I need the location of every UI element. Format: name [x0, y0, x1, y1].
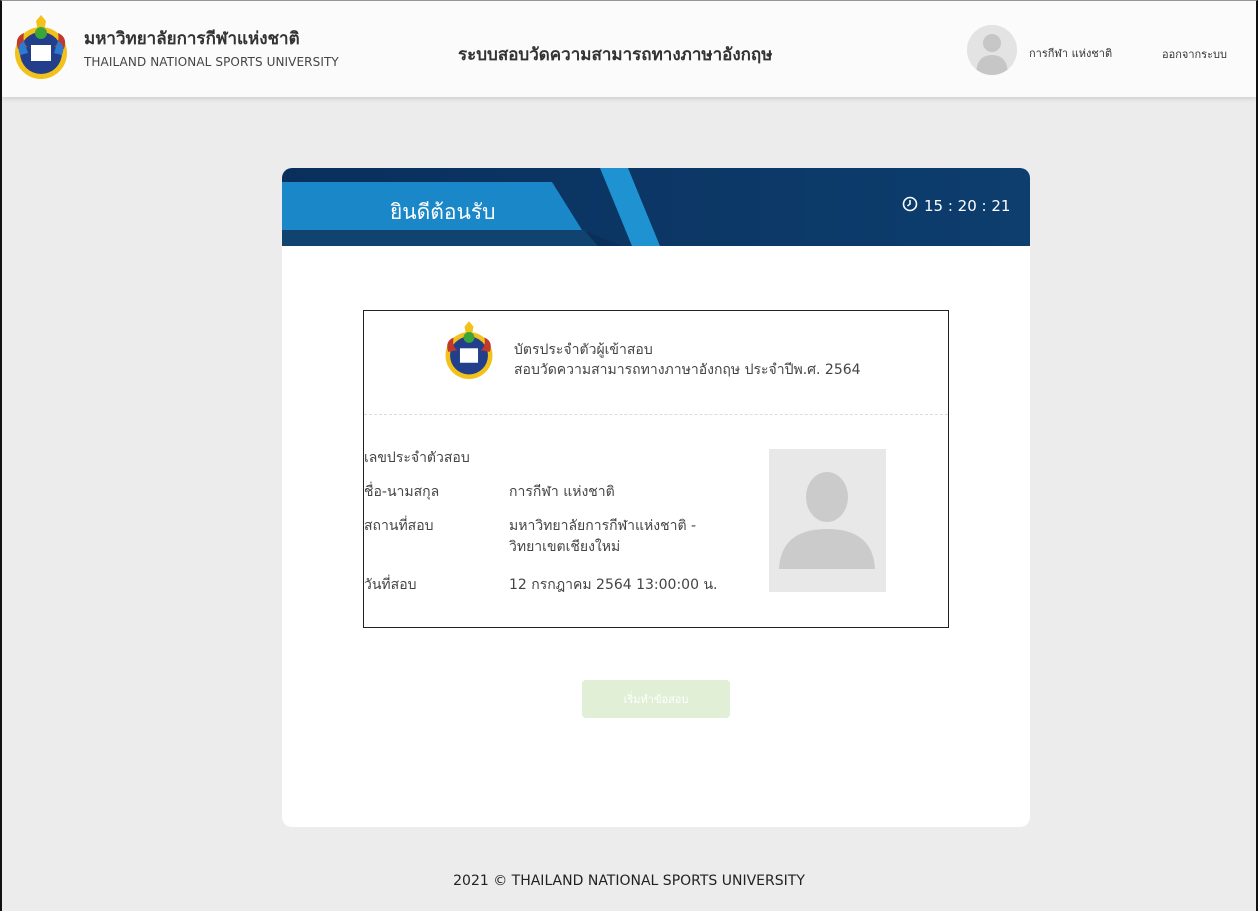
id-card-logo	[441, 319, 497, 383]
exam-date-value: 12 กรกฎาคม 2564 13:00:00 น.	[509, 577, 718, 593]
id-card-divider	[364, 414, 948, 415]
candidate-photo	[769, 449, 886, 592]
fullname-label: ชื่อ-นามสกุล	[364, 484, 440, 500]
clock-icon	[902, 196, 918, 216]
footer-copyright: 2021 © THAILAND NATIONAL SPORTS UNIVERSI…	[453, 873, 805, 889]
id-card-title: บัตรประจำตัวผู้เข้าสอบ	[514, 342, 653, 358]
exam-date-label: วันที่สอบ	[364, 577, 417, 593]
exam-id-card: บัตรประจำตัวผู้เข้าสอบ สอบวัดความสามารถท…	[363, 310, 949, 628]
fullname-value: การกีฬา แห่งชาติ	[509, 484, 615, 500]
welcome-banner: ยินดีต้อนรับ 15 : 20 : 21	[282, 168, 1030, 246]
exam-venue-value: มหาวิทยาลัยการกีฬาแห่งชาติ -	[509, 518, 697, 534]
exam-venue-label: สถานที่สอบ	[364, 518, 434, 534]
logout-link[interactable]: ออกจากระบบ	[1162, 45, 1227, 63]
exam-venue-value-line2: วิทยาเขตเชียงใหม่	[509, 539, 621, 555]
university-name-en: THAILAND NATIONAL SPORTS UNIVERSITY	[84, 55, 339, 69]
user-avatar[interactable]	[967, 25, 1017, 75]
timer-value: 15 : 20 : 21	[924, 197, 1011, 215]
university-logo	[10, 15, 72, 81]
system-title: ระบบสอบวัดความสามารถทางภาษาอังกฤษ	[458, 45, 773, 65]
start-exam-button[interactable]: เริ่มทำข้อสอบ	[582, 680, 730, 718]
university-name-th: มหาวิทยาลัยการกีฬาแห่งชาติ	[84, 29, 300, 49]
user-name[interactable]: การกีฬา แห่งชาติ	[1029, 44, 1112, 62]
exam-number-label: เลขประจำตัวสอบ	[364, 450, 470, 466]
id-card-subtitle: สอบวัดความสามารถทางภาษาอังกฤษ ประจำปีพ.ศ…	[514, 362, 861, 378]
welcome-heading: ยินดีต้อนรับ	[390, 200, 496, 224]
exam-timer: 15 : 20 : 21	[902, 196, 1010, 216]
top-header: มหาวิทยาลัยการกีฬาแห่งชาติ THAILAND NATI…	[2, 1, 1256, 97]
